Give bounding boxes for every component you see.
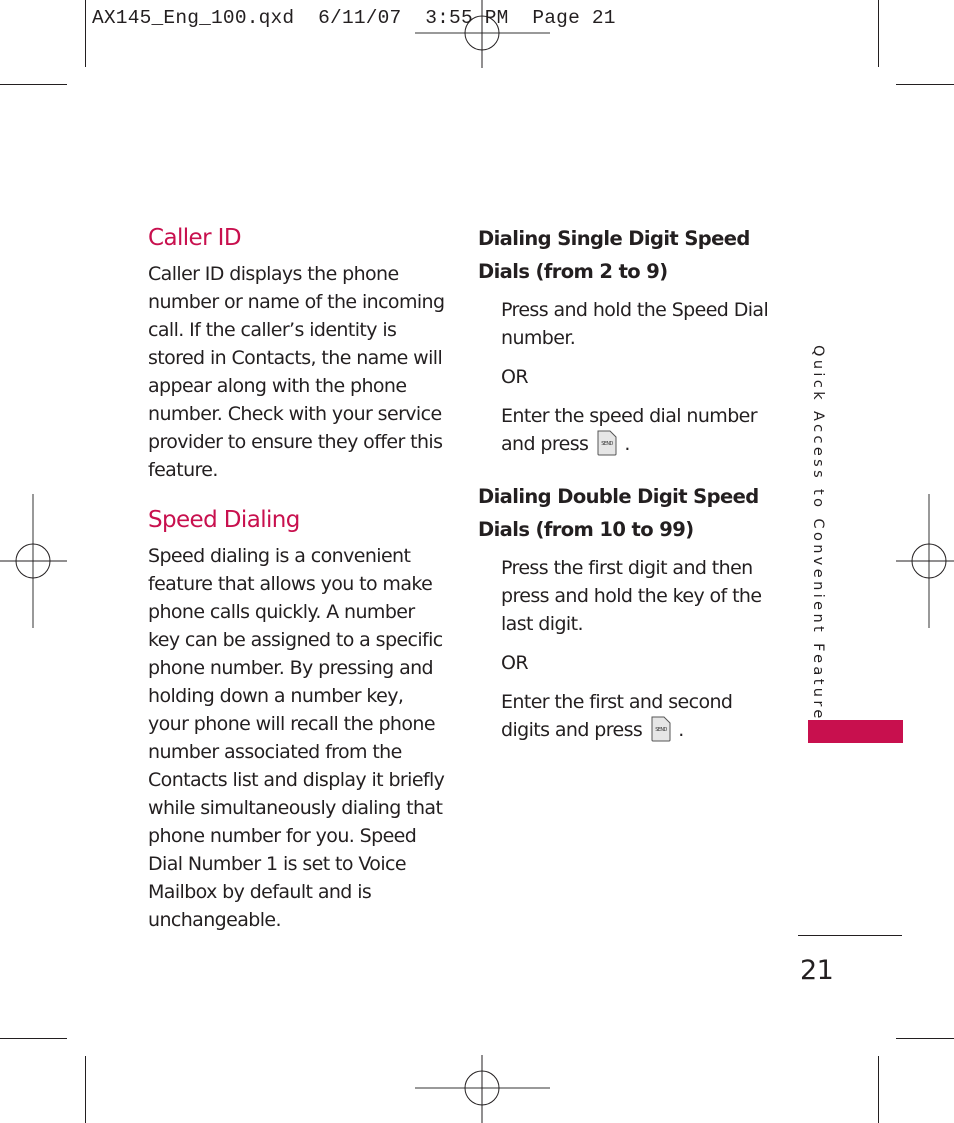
registration-mark-bottom xyxy=(415,1055,550,1123)
side-tab-marker xyxy=(808,720,903,743)
caller-id-body: Caller ID displays the phone number or n… xyxy=(148,263,445,481)
registration-mark-right xyxy=(896,494,954,628)
speed-dialing-body: Speed dialing is a convenient feature th… xyxy=(148,545,445,931)
side-tab-label: Quick Access to Convenient Features xyxy=(810,345,826,733)
double-digit-step2-end: . xyxy=(678,719,684,741)
single-digit-step2-end: . xyxy=(624,433,630,455)
crop-mark xyxy=(896,1038,954,1039)
double-digit-step2-text: Enter the first and second digits and pr… xyxy=(501,691,733,741)
double-digit-heading-line2: Dials (from 10 to 99) xyxy=(478,518,694,541)
crop-mark xyxy=(85,1056,86,1123)
caller-id-section: Caller ID Caller ID displays the phone n… xyxy=(148,222,448,484)
send-key-label: SEND xyxy=(655,727,667,733)
left-column: Caller ID Caller ID displays the phone n… xyxy=(148,222,448,934)
single-digit-step1: Press and hold the Speed Dial number. xyxy=(501,299,769,349)
crop-mark xyxy=(85,0,86,67)
crop-mark xyxy=(896,84,954,85)
single-digit-section: Dialing Single Digit Speed Dials (from 2… xyxy=(478,222,778,458)
registration-mark-left xyxy=(0,494,67,628)
single-digit-heading-line1: Dialing Single Digit Speed xyxy=(478,227,750,250)
crop-mark xyxy=(0,1038,67,1039)
double-digit-heading-line1: Dialing Double Digit Speed xyxy=(478,485,759,508)
speed-dialing-section: Speed Dialing Speed dialing is a conveni… xyxy=(148,504,448,934)
double-digit-or: OR xyxy=(501,652,529,674)
page-number-rule xyxy=(798,935,902,936)
page-number: 21 xyxy=(800,955,834,986)
caller-id-heading: Caller ID xyxy=(148,225,242,251)
registration-mark-top xyxy=(415,0,550,68)
crop-mark xyxy=(878,0,879,67)
send-key-label: SEND xyxy=(602,441,614,447)
double-digit-section: Dialing Double Digit Speed Dials (from 1… xyxy=(478,480,778,744)
crop-mark xyxy=(878,1056,879,1123)
single-digit-heading-line2: Dials (from 2 to 9) xyxy=(478,260,668,283)
single-digit-step2: Enter the speed dial number and press SEN… xyxy=(501,402,778,458)
send-key-icon: SEND xyxy=(651,716,671,742)
single-digit-or: OR xyxy=(501,366,529,388)
right-column: Dialing Single Digit Speed Dials (from 2… xyxy=(478,222,778,744)
speed-dialing-heading: Speed Dialing xyxy=(148,507,300,533)
double-digit-step2: Enter the first and second digits and pr… xyxy=(501,688,778,744)
crop-mark xyxy=(0,84,67,85)
send-key-icon: SEND xyxy=(597,430,617,456)
double-digit-step1: Press the first digit and then press and… xyxy=(501,557,762,635)
